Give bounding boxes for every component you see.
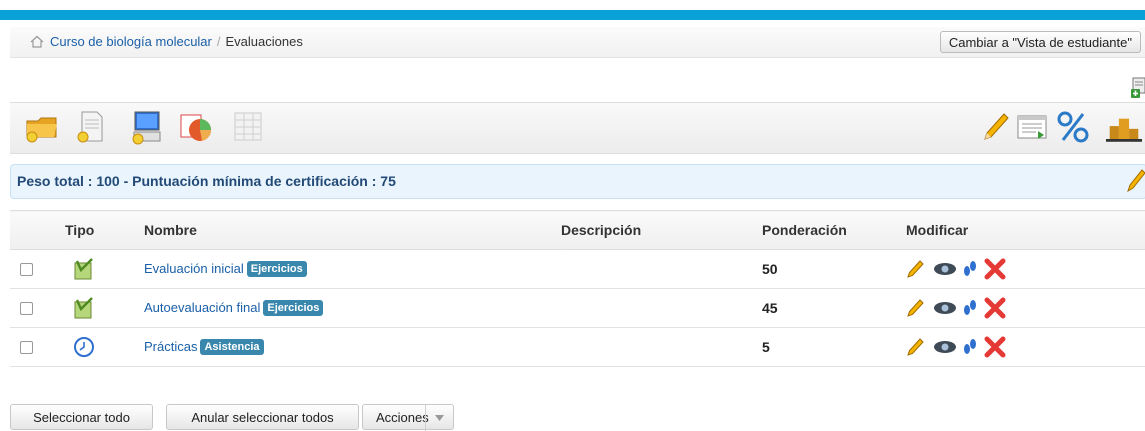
export-icon[interactable] <box>1131 77 1145 99</box>
type-badge: Asistencia <box>200 339 264 355</box>
type-badge: Ejercicios <box>246 261 307 277</box>
edit-icon[interactable] <box>906 298 926 318</box>
footprints-icon[interactable] <box>963 259 977 279</box>
table-header-row: Tipo Nombre Descripción Ponderación Modi… <box>10 210 1145 250</box>
dropdown-divider <box>425 405 426 431</box>
home-icon[interactable] <box>30 35 44 48</box>
weight-value: 50 <box>762 261 778 277</box>
exercise-icon <box>74 258 93 280</box>
actions-label: Acciones <box>376 410 429 425</box>
header-tipo[interactable]: Tipo <box>65 210 144 250</box>
breadcrumb: Curso de biología molecular / Evaluaciones… <box>10 27 1145 58</box>
breadcrumb-separator: / <box>216 34 221 49</box>
unselect-all-button[interactable]: Anular seleccionar todos <box>166 404 359 430</box>
doc-new-icon[interactable] <box>73 109 109 145</box>
top-accent-bar <box>0 10 1145 20</box>
type-badge: Ejercicios <box>263 300 324 316</box>
eye-icon[interactable] <box>933 339 957 355</box>
exercise-icon <box>74 297 93 319</box>
row-checkbox[interactable] <box>20 262 33 276</box>
evaluations-table: Tipo Nombre Descripción Ponderación Modi… <box>10 210 1145 367</box>
select-all-button[interactable]: Seleccionar todo <box>10 404 153 430</box>
evaluation-link[interactable]: Evaluación inicial <box>144 261 244 276</box>
footprints-icon[interactable] <box>963 298 977 318</box>
table-row: Evaluación inicial Ejercicios 50 <box>10 249 1145 289</box>
description-cell <box>561 288 762 328</box>
weight-summary: Peso total : 100 - Puntuación mínima de … <box>10 164 1145 199</box>
header-descripcion[interactable]: Descripción <box>561 210 762 250</box>
edit-icon[interactable] <box>906 259 926 279</box>
toolbar <box>10 102 1145 154</box>
weight-value: 45 <box>762 300 778 316</box>
select-header <box>10 210 65 250</box>
table-row: Prácticas Asistencia 5 <box>10 327 1145 367</box>
actions-dropdown-button[interactable]: Acciones <box>362 404 454 431</box>
pie-chart-icon[interactable] <box>178 109 214 145</box>
evaluation-link[interactable]: Prácticas <box>144 339 197 354</box>
row-checkbox[interactable] <box>20 301 33 315</box>
header-nombre[interactable]: Nombre <box>144 210 561 250</box>
eye-icon[interactable] <box>933 261 957 277</box>
percent-icon[interactable] <box>1055 109 1091 145</box>
breadcrumb-course-link[interactable]: Curso de biología molecular <box>50 34 212 49</box>
summary-text: Peso total : 100 - Puntuación mínima de … <box>17 173 396 189</box>
delete-icon[interactable] <box>984 258 1006 280</box>
breadcrumb-current: Evaluaciones <box>225 34 303 49</box>
chevron-down-icon <box>435 415 444 421</box>
weight-value: 5 <box>762 339 770 355</box>
pencil-icon[interactable] <box>977 109 1013 145</box>
edit-icon[interactable] <box>906 337 926 357</box>
description-cell <box>561 327 762 367</box>
header-ponderacion[interactable]: Ponderación <box>762 210 906 250</box>
edit-pencil-icon[interactable] <box>1126 168 1145 192</box>
footprints-icon[interactable] <box>963 337 977 357</box>
student-view-button[interactable]: Cambiar a "Vista de estudiante" <box>939 31 1141 53</box>
delete-icon[interactable] <box>984 297 1006 319</box>
folder-new-icon[interactable] <box>24 109 60 145</box>
table-row: Autoevaluación final Ejercicios 45 <box>10 288 1145 328</box>
description-cell <box>561 249 762 289</box>
header-modificar: Modificar <box>906 210 1145 250</box>
eye-icon[interactable] <box>933 300 957 316</box>
list-view-icon[interactable] <box>1014 109 1050 145</box>
computer-new-icon[interactable] <box>128 109 164 145</box>
row-checkbox[interactable] <box>20 340 33 354</box>
evaluation-link[interactable]: Autoevaluación final <box>144 300 260 315</box>
clock-icon <box>74 337 94 357</box>
grid-icon[interactable] <box>230 109 266 145</box>
delete-icon[interactable] <box>984 336 1006 358</box>
podium-icon[interactable] <box>1106 109 1142 145</box>
